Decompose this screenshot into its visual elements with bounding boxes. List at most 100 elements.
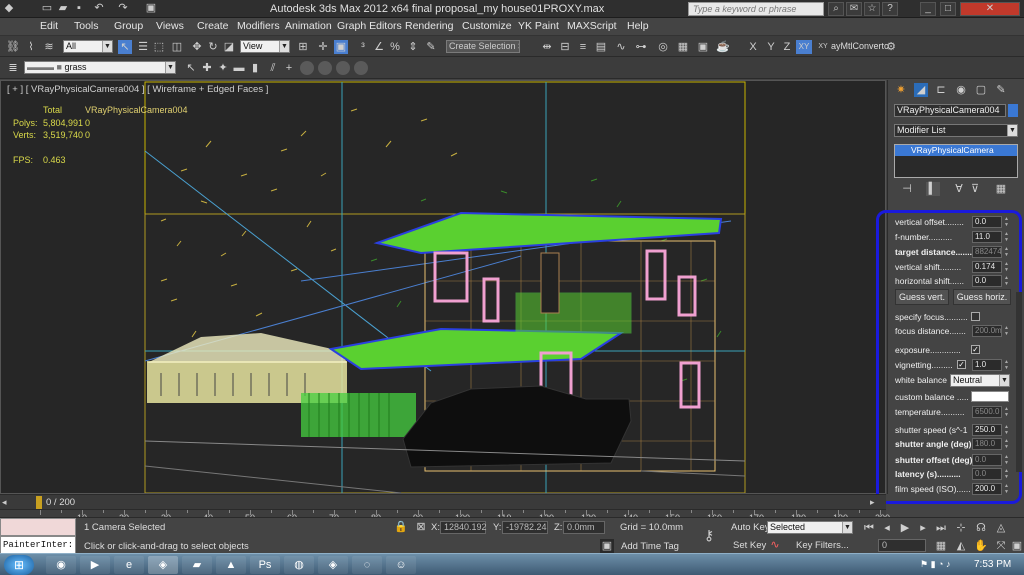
spinner-icon[interactable]: ▲ ▼ <box>1004 325 1010 337</box>
sketch-tool-icon[interactable]: ⫽ <box>266 61 280 75</box>
x-coordinate-field[interactable]: 12840.192 <box>440 521 487 534</box>
script-run-icon[interactable]: ⚙ <box>884 40 898 54</box>
utilities-tab-icon[interactable]: ✎ <box>994 83 1008 97</box>
spinner-icon[interactable]: ▲ ▼ <box>1004 246 1010 258</box>
spinner-icon[interactable]: ▲ ▼ <box>1004 438 1010 450</box>
render-production-icon[interactable]: ☕ <box>716 40 730 54</box>
photoshop-icon[interactable]: Ps <box>250 556 280 574</box>
app-logo-icon[interactable]: ◆ <box>2 2 16 15</box>
3ds-max-alt-icon[interactable]: ◈ <box>318 556 348 574</box>
param-value[interactable]: 0.0 <box>972 216 1002 228</box>
viewport-label[interactable]: [ + ] [ VRayPhysicalCamera004 ] [ Wirefr… <box>7 84 268 95</box>
lock-selection-icon[interactable]: 🔒 <box>394 520 408 534</box>
pivot-center-icon[interactable]: ⊞ <box>296 40 310 54</box>
play-icon[interactable]: ▶ <box>898 521 912 535</box>
redo-icon[interactable]: ↷ <box>116 2 130 15</box>
keyboard-shortcut-icon[interactable]: ▣ <box>334 40 348 54</box>
spinner-icon[interactable]: ▲ ▼ <box>1004 406 1010 418</box>
create-tab-icon[interactable]: ✷ <box>894 83 908 97</box>
maximize-icon[interactable]: □ <box>940 2 956 16</box>
pdf-reader-icon[interactable]: ▲ <box>216 556 246 574</box>
layer-select-icon[interactable]: ▬ <box>232 61 246 75</box>
minimize-icon[interactable]: _ <box>920 2 936 16</box>
add-icon[interactable]: + <box>282 61 296 75</box>
tray-icons[interactable]: ⚑ ▮ ◔ ♪ <box>920 559 950 570</box>
display-tab-icon[interactable]: ▢ <box>974 83 988 97</box>
select-by-name-icon[interactable]: ☰ <box>136 40 150 54</box>
3ds-max-icon[interactable]: ◈ <box>148 556 178 574</box>
time-slider[interactable]: ◂ 0 / 200 ▸ <box>0 494 886 509</box>
pin-stack-icon[interactable]: ⊣ <box>900 182 914 196</box>
exposure-checkbox[interactable]: ✓ <box>971 345 980 354</box>
dolly-icon[interactable]: ◬ <box>994 521 1008 535</box>
angle-snap-icon[interactable]: ∠ <box>372 40 386 54</box>
hold-icon[interactable]: ▣ <box>144 2 158 15</box>
spinner-icon[interactable]: ▲ ▼ <box>1004 261 1010 273</box>
object-color-swatch[interactable] <box>1008 104 1018 117</box>
search-icon[interactable]: ⌕ <box>828 2 844 16</box>
hierarchy-tab-icon[interactable]: ⊏ <box>934 83 948 97</box>
goto-start-icon[interactable]: ⏮ <box>862 521 876 535</box>
modifier-list-dropdown[interactable]: Modifier List ▼ <box>894 124 1018 137</box>
graphite-tools-icon[interactable]: ▤ <box>594 40 608 54</box>
configure-sets-icon[interactable]: ▦ <box>994 182 1008 196</box>
param-value[interactable]: 250.0 <box>972 424 1002 436</box>
add-time-tag-button[interactable]: Add Time Tag <box>621 541 679 552</box>
spinner-icon[interactable]: ▲ ▼ <box>1004 231 1010 243</box>
layer-manager-icon[interactable]: ≡ <box>576 40 590 54</box>
camera-viewport[interactable]: [ + ] [ VRayPhysicalCamera004 ] [ Wirefr… <box>0 80 886 494</box>
select-manipulate-icon[interactable]: ✛ <box>316 40 330 54</box>
specify-focus-checkbox[interactable] <box>971 312 980 321</box>
menu-help[interactable]: Help <box>627 20 649 32</box>
layer-current-icon[interactable]: ▮ <box>248 61 262 75</box>
param-value[interactable]: 882474 <box>972 246 1002 258</box>
menu-customize[interactable]: Customize <box>462 20 512 32</box>
named-selection-input[interactable]: Create Selection Se <box>446 40 520 53</box>
menu-modifiers[interactable]: Modifiers <box>237 20 280 32</box>
snaps-toggle-icon[interactable]: ³ <box>356 40 370 54</box>
menu-animation[interactable]: Animation <box>285 20 332 32</box>
param-value[interactable]: 6500.0 <box>972 406 1002 418</box>
new-file-icon[interactable]: ▭ <box>40 2 54 15</box>
custom-balance-swatch[interactable] <box>971 391 1009 402</box>
link-icon[interactable]: ⛓ <box>6 40 20 54</box>
time-slider-prev-icon[interactable]: ◂ <box>2 497 14 508</box>
param-value[interactable]: 0.174 <box>972 261 1002 273</box>
axis-z-button[interactable]: Z <box>780 40 794 54</box>
stack-item[interactable]: VRayPhysicalCamera <box>895 145 1017 156</box>
menu-rendering[interactable]: Rendering <box>405 20 453 32</box>
axis-xy-alt-button[interactable]: XY <box>815 40 831 54</box>
walkthrough-icon[interactable]: ⤧ <box>994 539 1008 553</box>
ref-coord-dropdown[interactable]: View ▼ <box>240 40 290 53</box>
spinner-icon[interactable]: ▲ ▼ <box>1004 424 1010 436</box>
select-object-icon[interactable]: ↖ <box>118 40 132 54</box>
communication-icon[interactable]: ✉ <box>846 2 862 16</box>
app-icon[interactable]: ◌ <box>352 556 382 574</box>
folder-icon[interactable]: ▰ <box>182 556 212 574</box>
spinner-icon[interactable]: ▲ ▼ <box>1004 275 1010 287</box>
menu-tools[interactable]: Tools <box>74 20 99 32</box>
zoom-icon[interactable]: ⊹ <box>954 521 968 535</box>
percent-snap-icon[interactable]: % <box>388 40 402 54</box>
orbit-icon[interactable]: ☊ <box>974 521 988 535</box>
curve-editor-icon[interactable]: ∿ <box>614 40 628 54</box>
search-input[interactable]: Type a keyword or phrase <box>688 2 824 16</box>
mirror-icon[interactable]: ⇹ <box>540 40 554 54</box>
next-frame-icon[interactable]: ▸ <box>916 521 930 535</box>
remove-modifier-icon[interactable]: ⊽ <box>968 182 982 196</box>
menu-yk-paint[interactable]: YK Paint <box>518 20 559 32</box>
pan-icon[interactable]: ✋ <box>974 539 988 553</box>
firefox-icon[interactable]: ◉ <box>46 556 76 574</box>
script-button-label[interactable]: ayMtlConvertc <box>831 41 889 51</box>
layer-dropdown[interactable]: ▬▬▬ ■ grass ▼ <box>24 61 176 74</box>
maxscript-listener[interactable] <box>0 518 76 536</box>
window-crossing-icon[interactable]: ◫ <box>170 40 184 54</box>
menu-group[interactable]: Group <box>114 20 143 32</box>
goto-end-icon[interactable]: ⏭ <box>934 521 948 535</box>
spinner-icon[interactable]: ▲ ▼ <box>1004 468 1010 480</box>
circle-tool-icon-1[interactable] <box>300 61 314 75</box>
undo-icon[interactable]: ↶ <box>92 2 106 15</box>
circle-tool-icon-2[interactable] <box>318 61 332 75</box>
spinner-icon[interactable]: ▲ ▼ <box>1004 454 1010 466</box>
selection-filter-dropdown[interactable]: All ▼ <box>63 40 113 53</box>
